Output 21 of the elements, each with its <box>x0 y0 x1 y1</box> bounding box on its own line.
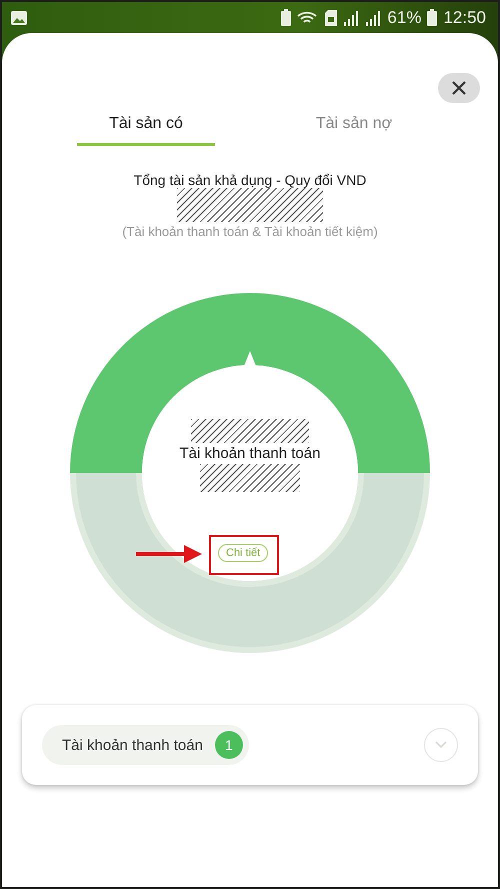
account-chip[interactable]: Tài khoản thanh toán 1 <box>42 725 249 765</box>
chevron-down-icon <box>435 741 447 749</box>
tab[interactable]: Tài sản nợ <box>285 115 423 146</box>
battery-saver-icon <box>281 9 292 26</box>
count-badge: 1 <box>214 731 243 759</box>
center-label: Tài khoản thanh toán <box>180 445 320 462</box>
battery-icon <box>427 9 438 26</box>
close-button[interactable] <box>438 73 480 103</box>
signal-icon <box>343 10 360 26</box>
wifi-icon <box>297 10 320 26</box>
tab[interactable]: Tài sản có <box>77 115 215 146</box>
arrow-icon <box>136 545 202 563</box>
clock: 12:50 <box>443 8 486 28</box>
summary-note: (Tài khoản thanh toán & Tài khoản tiết kiệm) <box>122 224 378 239</box>
battery-percent: 61% <box>387 8 422 28</box>
close-icon <box>452 81 466 95</box>
signal-icon <box>365 10 382 26</box>
image-icon <box>10 10 28 26</box>
account-label: Tài khoản thanh toán <box>62 736 203 754</box>
sim-card-icon <box>325 10 338 26</box>
summary-title: Tổng tài sản khả dụng - Quy đổi VND <box>134 172 366 188</box>
